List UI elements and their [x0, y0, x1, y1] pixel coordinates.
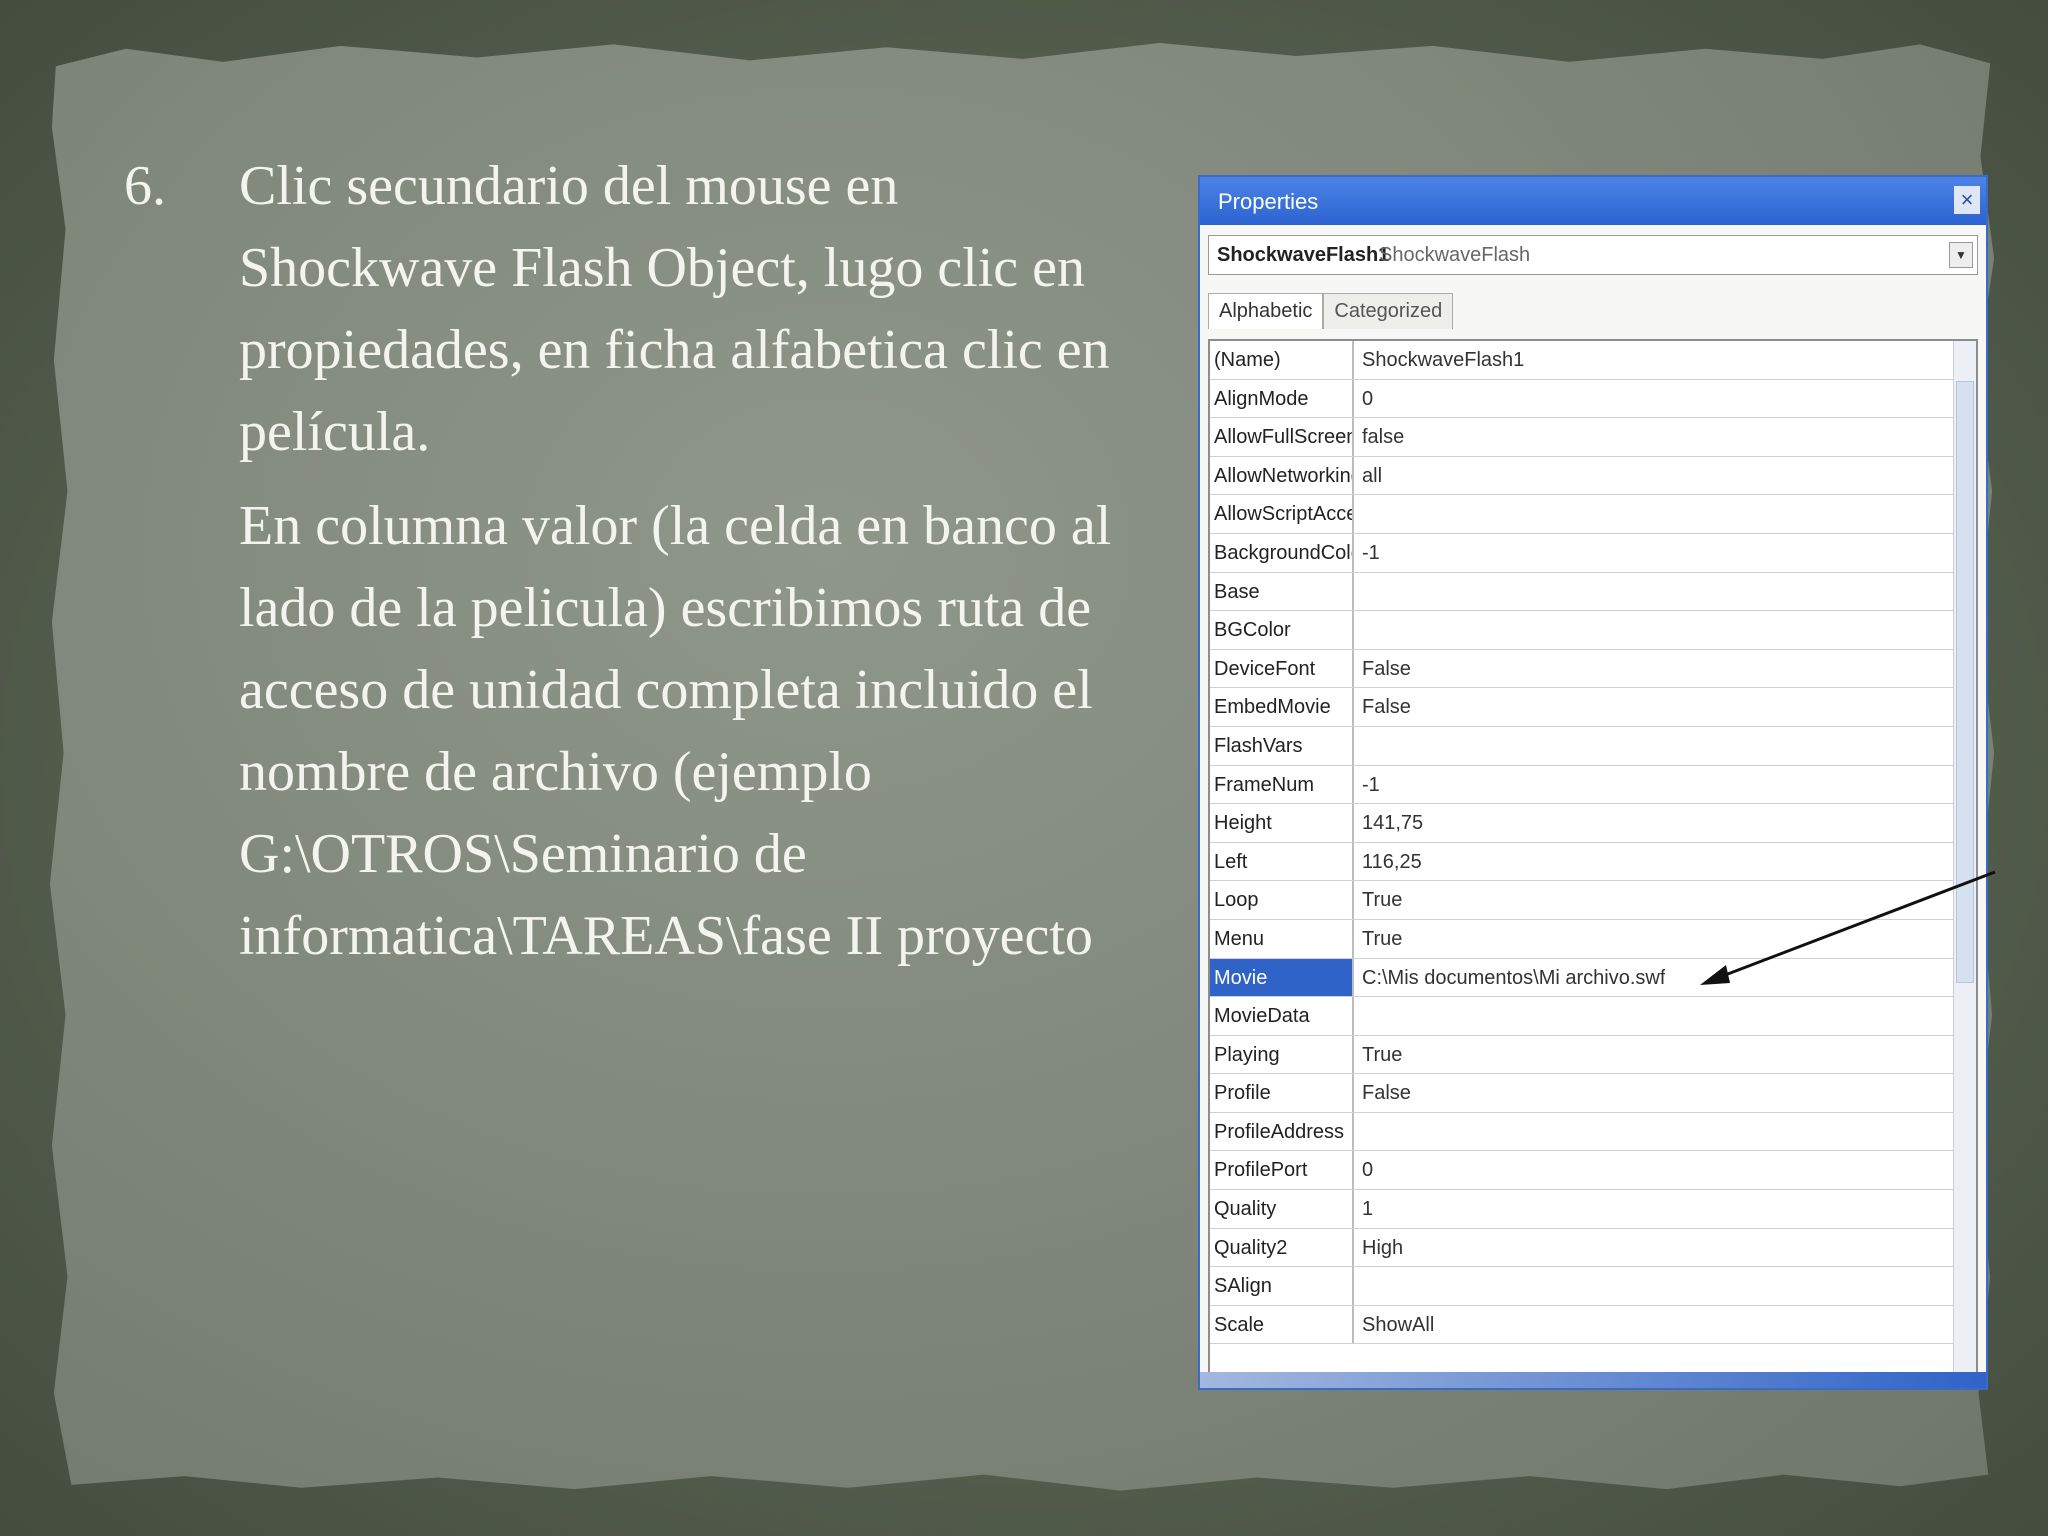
pointer-arrow-graphic [1700, 870, 1996, 985]
